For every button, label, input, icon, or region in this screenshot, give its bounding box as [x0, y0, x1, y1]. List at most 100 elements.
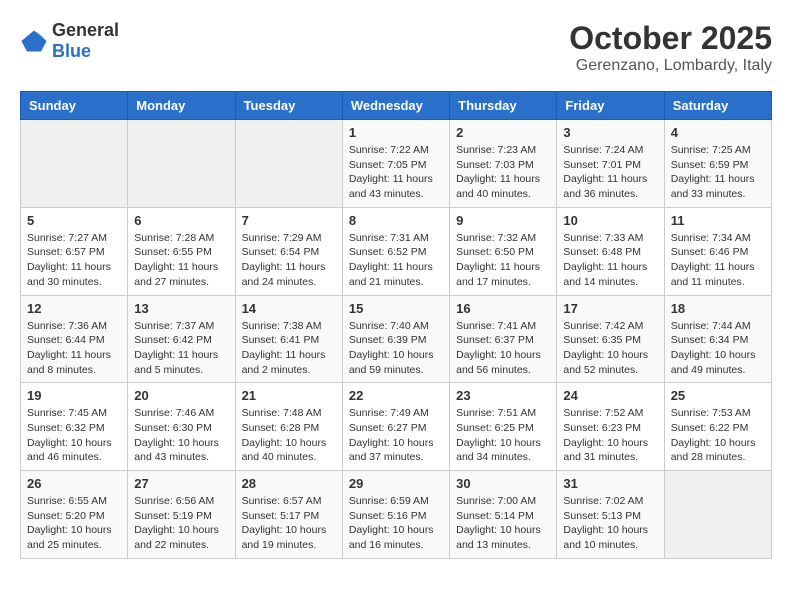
day-number: 26 — [27, 476, 121, 491]
day-number: 31 — [563, 476, 657, 491]
day-info: Sunrise: 7:23 AMSunset: 7:03 PMDaylight:… — [456, 143, 550, 202]
day-info: Sunrise: 7:44 AMSunset: 6:34 PMDaylight:… — [671, 319, 765, 378]
calendar-day-cell: 16Sunrise: 7:41 AMSunset: 6:37 PMDayligh… — [450, 295, 557, 383]
calendar-day-cell: 10Sunrise: 7:33 AMSunset: 6:48 PMDayligh… — [557, 207, 664, 295]
day-number: 22 — [349, 388, 443, 403]
day-info: Sunrise: 7:29 AMSunset: 6:54 PMDaylight:… — [242, 231, 336, 290]
day-info: Sunrise: 7:38 AMSunset: 6:41 PMDaylight:… — [242, 319, 336, 378]
day-number: 12 — [27, 301, 121, 316]
day-info: Sunrise: 6:57 AMSunset: 5:17 PMDaylight:… — [242, 494, 336, 553]
calendar-week-row: 12 Sunrise: 7:36 AMSunset: 6:44 PMDayligh… — [21, 295, 772, 383]
logo-blue: Blue — [52, 41, 91, 61]
day-info: Sunrise: 7:41 AMSunset: 6:37 PMDaylight:… — [456, 319, 550, 378]
day-number: 5 — [27, 213, 121, 228]
logo: General Blue — [20, 20, 119, 62]
calendar-day-cell: 5 Sunrise: 7:27 AMSunset: 6:57 PMDaylight… — [21, 207, 128, 295]
calendar-day-cell: 22 Sunrise: 7:49 AMSunset: 6:27 PMDayligh… — [342, 383, 449, 471]
day-info: Sunrise: 7:36 AMSunset: 6:44 PMDaylight:… — [27, 319, 121, 378]
calendar-day-cell: 8 Sunrise: 7:31 AMSunset: 6:52 PMDaylight… — [342, 207, 449, 295]
calendar-day-cell: 14 Sunrise: 7:38 AMSunset: 6:41 PMDayligh… — [235, 295, 342, 383]
weekday-header: Sunday — [21, 92, 128, 120]
calendar-day-cell: 4 Sunrise: 7:25 AMSunset: 6:59 PMDaylight… — [664, 120, 771, 208]
day-number: 15 — [349, 301, 443, 316]
calendar-day-cell: 25Sunrise: 7:53 AMSunset: 6:22 PMDayligh… — [664, 383, 771, 471]
month-title: October 2025 — [569, 20, 772, 57]
day-number: 14 — [242, 301, 336, 316]
day-number: 13 — [134, 301, 228, 316]
day-info: Sunrise: 7:02 AMSunset: 5:13 PMDaylight:… — [563, 494, 657, 553]
calendar-day-cell: 19Sunrise: 7:45 AMSunset: 6:32 PMDayligh… — [21, 383, 128, 471]
day-info: Sunrise: 7:52 AMSunset: 6:23 PMDaylight:… — [563, 406, 657, 465]
calendar-day-cell: 21Sunrise: 7:48 AMSunset: 6:28 PMDayligh… — [235, 383, 342, 471]
calendar-day-cell: 15Sunrise: 7:40 AMSunset: 6:39 PMDayligh… — [342, 295, 449, 383]
day-number: 25 — [671, 388, 765, 403]
day-number: 29 — [349, 476, 443, 491]
day-number: 3 — [563, 125, 657, 140]
calendar-day-cell: 13 Sunrise: 7:37 AMSunset: 6:42 PMDayligh… — [128, 295, 235, 383]
day-info: Sunrise: 7:31 AMSunset: 6:52 PMDaylight:… — [349, 231, 443, 290]
day-info: Sunrise: 7:27 AMSunset: 6:57 PMDaylight:… — [27, 231, 121, 290]
weekday-header: Saturday — [664, 92, 771, 120]
calendar-day-cell: 20Sunrise: 7:46 AMSunset: 6:30 PMDayligh… — [128, 383, 235, 471]
weekday-header: Friday — [557, 92, 664, 120]
day-info: Sunrise: 6:55 AMSunset: 5:20 PMDaylight:… — [27, 494, 121, 553]
logo-general: General — [52, 20, 119, 40]
day-number: 23 — [456, 388, 550, 403]
day-number: 4 — [671, 125, 765, 140]
day-info: Sunrise: 6:59 AMSunset: 5:16 PMDaylight:… — [349, 494, 443, 553]
day-info: Sunrise: 7:00 AMSunset: 5:14 PMDaylight:… — [456, 494, 550, 553]
day-info: Sunrise: 7:49 AMSunset: 6:27 PMDaylight:… — [349, 406, 443, 465]
day-number: 8 — [349, 213, 443, 228]
calendar-week-row: 26 Sunrise: 6:55 AMSunset: 5:20 PMDayligh… — [21, 471, 772, 559]
day-number: 7 — [242, 213, 336, 228]
day-number: 11 — [671, 213, 765, 228]
calendar-day-cell: 27Sunrise: 6:56 AMSunset: 5:19 PMDayligh… — [128, 471, 235, 559]
calendar-day-cell: 23 Sunrise: 7:51 AMSunset: 6:25 PMDayligh… — [450, 383, 557, 471]
day-number: 21 — [242, 388, 336, 403]
weekday-header: Wednesday — [342, 92, 449, 120]
calendar-table: SundayMondayTuesdayWednesdayThursdayFrid… — [20, 91, 772, 559]
calendar-header-row: SundayMondayTuesdayWednesdayThursdayFrid… — [21, 92, 772, 120]
day-number: 9 — [456, 213, 550, 228]
calendar-week-row: 1 Sunrise: 7:22 AMSunset: 7:05 PMDaylight… — [21, 120, 772, 208]
day-info: Sunrise: 7:46 AMSunset: 6:30 PMDaylight:… — [134, 406, 228, 465]
calendar-day-cell: 29 Sunrise: 6:59 AMSunset: 5:16 PMDayligh… — [342, 471, 449, 559]
day-info: Sunrise: 7:45 AMSunset: 6:32 PMDaylight:… — [27, 406, 121, 465]
calendar-day-cell: 28 Sunrise: 6:57 AMSunset: 5:17 PMDayligh… — [235, 471, 342, 559]
calendar-day-cell: 1 Sunrise: 7:22 AMSunset: 7:05 PMDaylight… — [342, 120, 449, 208]
calendar-day-cell: 9Sunrise: 7:32 AMSunset: 6:50 PMDaylight… — [450, 207, 557, 295]
title-block: October 2025 Gerenzano, Lombardy, Italy — [569, 20, 772, 75]
calendar-day-cell: 7 Sunrise: 7:29 AMSunset: 6:54 PMDaylight… — [235, 207, 342, 295]
day-info: Sunrise: 7:25 AMSunset: 6:59 PMDaylight:… — [671, 143, 765, 202]
weekday-header: Monday — [128, 92, 235, 120]
calendar-day-cell: 30Sunrise: 7:00 AMSunset: 5:14 PMDayligh… — [450, 471, 557, 559]
calendar-day-cell: 18Sunrise: 7:44 AMSunset: 6:34 PMDayligh… — [664, 295, 771, 383]
day-info: Sunrise: 7:34 AMSunset: 6:46 PMDaylight:… — [671, 231, 765, 290]
day-number: 10 — [563, 213, 657, 228]
calendar-day-cell: 11 Sunrise: 7:34 AMSunset: 6:46 PMDayligh… — [664, 207, 771, 295]
day-info: Sunrise: 7:37 AMSunset: 6:42 PMDaylight:… — [134, 319, 228, 378]
day-info: Sunrise: 6:56 AMSunset: 5:19 PMDaylight:… — [134, 494, 228, 553]
day-info: Sunrise: 7:42 AMSunset: 6:35 PMDaylight:… — [563, 319, 657, 378]
weekday-header: Tuesday — [235, 92, 342, 120]
calendar-day-cell: 17Sunrise: 7:42 AMSunset: 6:35 PMDayligh… — [557, 295, 664, 383]
calendar-day-cell: 31 Sunrise: 7:02 AMSunset: 5:13 PMDayligh… — [557, 471, 664, 559]
day-info: Sunrise: 7:22 AMSunset: 7:05 PMDaylight:… — [349, 143, 443, 202]
calendar-day-cell: 3 Sunrise: 7:24 AMSunset: 7:01 PMDaylight… — [557, 120, 664, 208]
day-number: 28 — [242, 476, 336, 491]
page-header: General Blue October 2025 Gerenzano, Lom… — [20, 20, 772, 75]
day-info: Sunrise: 7:24 AMSunset: 7:01 PMDaylight:… — [563, 143, 657, 202]
location-title: Gerenzano, Lombardy, Italy — [569, 57, 772, 75]
empty-day-cell — [235, 120, 342, 208]
calendar-day-cell: 2Sunrise: 7:23 AMSunset: 7:03 PMDaylight… — [450, 120, 557, 208]
day-number: 1 — [349, 125, 443, 140]
day-number: 6 — [134, 213, 228, 228]
calendar-day-cell: 26 Sunrise: 6:55 AMSunset: 5:20 PMDayligh… — [21, 471, 128, 559]
calendar-day-cell: 6 Sunrise: 7:28 AMSunset: 6:55 PMDaylight… — [128, 207, 235, 295]
calendar-day-cell: 24Sunrise: 7:52 AMSunset: 6:23 PMDayligh… — [557, 383, 664, 471]
day-info: Sunrise: 7:51 AMSunset: 6:25 PMDaylight:… — [456, 406, 550, 465]
empty-day-cell — [128, 120, 235, 208]
weekday-header: Thursday — [450, 92, 557, 120]
empty-day-cell — [21, 120, 128, 208]
day-info: Sunrise: 7:28 AMSunset: 6:55 PMDaylight:… — [134, 231, 228, 290]
